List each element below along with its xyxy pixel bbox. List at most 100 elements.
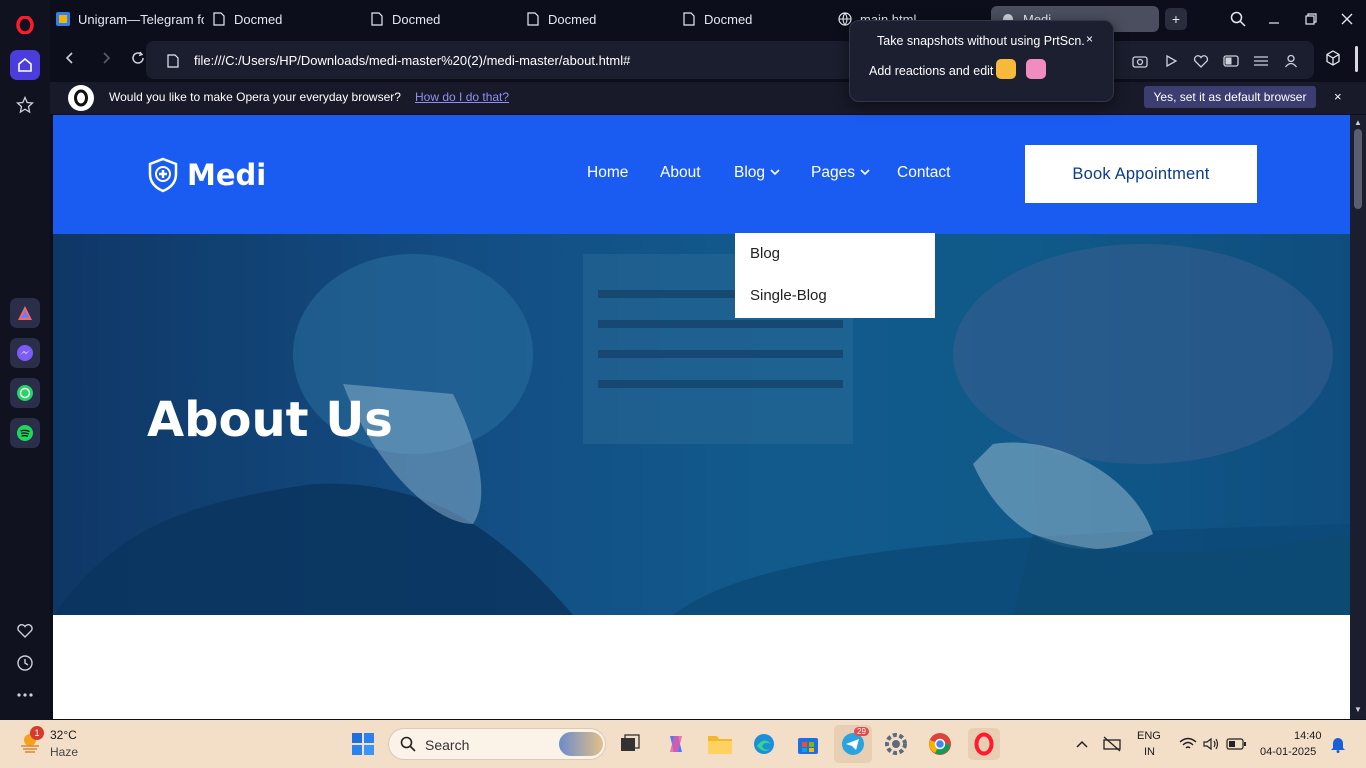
default-browser-question: Would you like to make Opera your everyd… — [109, 90, 401, 104]
url-text[interactable]: file:///C:/Users/HP/Downloads/medi-maste… — [194, 53, 630, 68]
settings-icon[interactable] — [880, 728, 912, 760]
default-browser-bar: Would you like to make Opera your everyd… — [50, 82, 1366, 114]
notification-bell-icon[interactable] — [1322, 728, 1354, 760]
star-icon[interactable] — [10, 90, 40, 120]
tab-label: Unigram—Telegram for — [78, 11, 204, 27]
easy-setup-icon[interactable] — [1252, 52, 1270, 70]
search-placeholder: Search — [425, 737, 470, 753]
opera-logo-icon — [68, 85, 94, 111]
tab-docmed[interactable]: Docmed — [682, 6, 822, 32]
page-scrollbar[interactable]: ▲ ▼ — [1350, 115, 1366, 719]
opera-taskbar-icon[interactable] — [968, 728, 1000, 760]
blog-dropdown-menu: Blog Single-Blog — [735, 233, 935, 318]
search-tabs-icon[interactable] — [1227, 8, 1249, 30]
nav-contact-label: Contact — [897, 164, 951, 181]
taskbar-search[interactable]: Search — [388, 728, 606, 760]
popup-close-button[interactable]: × — [1086, 32, 1093, 46]
copilot-icon[interactable] — [660, 728, 692, 760]
file-icon — [164, 52, 182, 70]
page-title: About Us — [147, 392, 393, 448]
snapshot-popup: Take snapshots without using PrtScn. × A… — [849, 20, 1114, 102]
file-explorer-icon[interactable] — [704, 728, 736, 760]
spotify-icon[interactable] — [10, 418, 40, 448]
sidebar-handle[interactable] — [1355, 46, 1358, 72]
telegram-icon[interactable]: 29 — [834, 725, 872, 763]
scroll-up-icon[interactable]: ▲ — [1354, 118, 1362, 127]
document-icon — [682, 12, 696, 26]
document-icon — [526, 12, 540, 26]
address-field[interactable]: file:///C:/Users/HP/Downloads/medi-maste… — [146, 41, 1314, 79]
edge-icon[interactable] — [748, 728, 780, 760]
dropdown-item-blog[interactable]: Blog — [750, 245, 780, 262]
address-row: file:///C:/Users/HP/Downloads/medi-maste… — [50, 38, 1366, 82]
telegram-badge: 29 — [854, 727, 869, 736]
infobar-close-button[interactable]: × — [1334, 89, 1342, 104]
lang-code[interactable]: ENG — [1137, 730, 1161, 742]
telegram-tab-icon — [56, 12, 70, 26]
tab-docmed[interactable]: Docmed — [212, 6, 352, 32]
chevron-down-icon — [770, 168, 780, 179]
nav-blog-label: Blog — [734, 164, 766, 181]
network-off-icon[interactable] — [1096, 728, 1128, 760]
tab-label: Docmed — [704, 11, 753, 27]
back-icon[interactable] — [61, 49, 79, 67]
windows-start-icon[interactable] — [347, 728, 379, 760]
close-window-icon[interactable] — [1336, 8, 1358, 30]
tab-unigram[interactable]: Unigram—Telegram for — [56, 6, 204, 32]
minimize-icon[interactable] — [1263, 8, 1285, 30]
book-appointment-button[interactable]: Book Appointment — [1025, 145, 1257, 203]
nav-contact[interactable]: Contact — [897, 164, 950, 182]
tab-bar: Unigram—Telegram for Docmed Docmed Docme… — [50, 0, 1366, 38]
tab-label: Docmed — [234, 11, 283, 27]
weather-badge: 1 — [30, 726, 44, 740]
home-icon[interactable] — [10, 50, 40, 80]
forward-icon[interactable] — [97, 49, 115, 67]
nav-blog[interactable]: Blog — [734, 164, 780, 182]
site-logo[interactable]: Medi — [147, 157, 266, 193]
lang-region[interactable]: IN — [1144, 746, 1155, 758]
tab-docmed[interactable]: Docmed — [526, 6, 666, 32]
dropdown-item-single-blog[interactable]: Single-Blog — [750, 287, 827, 304]
shield-cross-icon — [148, 157, 178, 193]
heart-bookmark-icon[interactable] — [1192, 52, 1210, 70]
task-view-icon[interactable] — [614, 728, 646, 760]
tab-label: Docmed — [392, 11, 441, 27]
tab-label: Docmed — [548, 11, 597, 27]
chrome-icon[interactable] — [924, 728, 956, 760]
nav-pages[interactable]: Pages — [811, 164, 870, 182]
more-icon[interactable] — [10, 680, 40, 710]
scroll-thumb[interactable] — [1354, 129, 1362, 209]
play-icon[interactable] — [1162, 52, 1180, 70]
extensions-icon[interactable] — [1324, 49, 1342, 67]
heart-icon[interactable] — [10, 616, 40, 646]
set-default-button[interactable]: Yes, set it as default browser — [1144, 86, 1316, 108]
maximize-icon[interactable] — [1300, 8, 1322, 30]
store-icon[interactable] — [792, 728, 824, 760]
nav-about[interactable]: About — [660, 164, 701, 182]
whatsapp-icon[interactable] — [10, 378, 40, 408]
chevron-up-icon[interactable] — [1066, 728, 1098, 760]
reload-icon[interactable] — [129, 49, 147, 67]
how-to-link[interactable]: How do I do that? — [415, 90, 509, 104]
tab-docmed[interactable]: Docmed — [370, 6, 510, 32]
battery-saver-icon[interactable] — [1222, 52, 1240, 70]
messenger-icon[interactable] — [10, 338, 40, 368]
history-icon[interactable] — [10, 648, 40, 678]
battery-icon[interactable] — [1220, 728, 1252, 760]
nav-home[interactable]: Home — [587, 164, 628, 182]
clock-time[interactable]: 14:40 — [1294, 730, 1322, 742]
new-tab-button[interactable]: + — [1165, 8, 1187, 30]
clock-date[interactable]: 04-01-2025 — [1260, 746, 1316, 758]
aria-icon[interactable] — [10, 298, 40, 328]
nav-about-label: About — [660, 164, 701, 181]
opera-menu-icon[interactable] — [10, 10, 40, 40]
nav-home-label: Home — [587, 164, 629, 181]
camera-icon[interactable] — [1131, 52, 1149, 70]
windows-taskbar: 1 32°C Haze Search 29 ENG IN 14:40 04-01… — [0, 720, 1366, 768]
web-page: Medi Home About Blog Pages Contact Book … — [53, 115, 1350, 719]
laughing-emoji-icon — [996, 59, 1016, 79]
profile-icon[interactable] — [1282, 52, 1300, 70]
scroll-down-icon[interactable]: ▼ — [1354, 705, 1362, 714]
opera-sidebar — [0, 0, 50, 720]
document-icon — [212, 12, 226, 26]
